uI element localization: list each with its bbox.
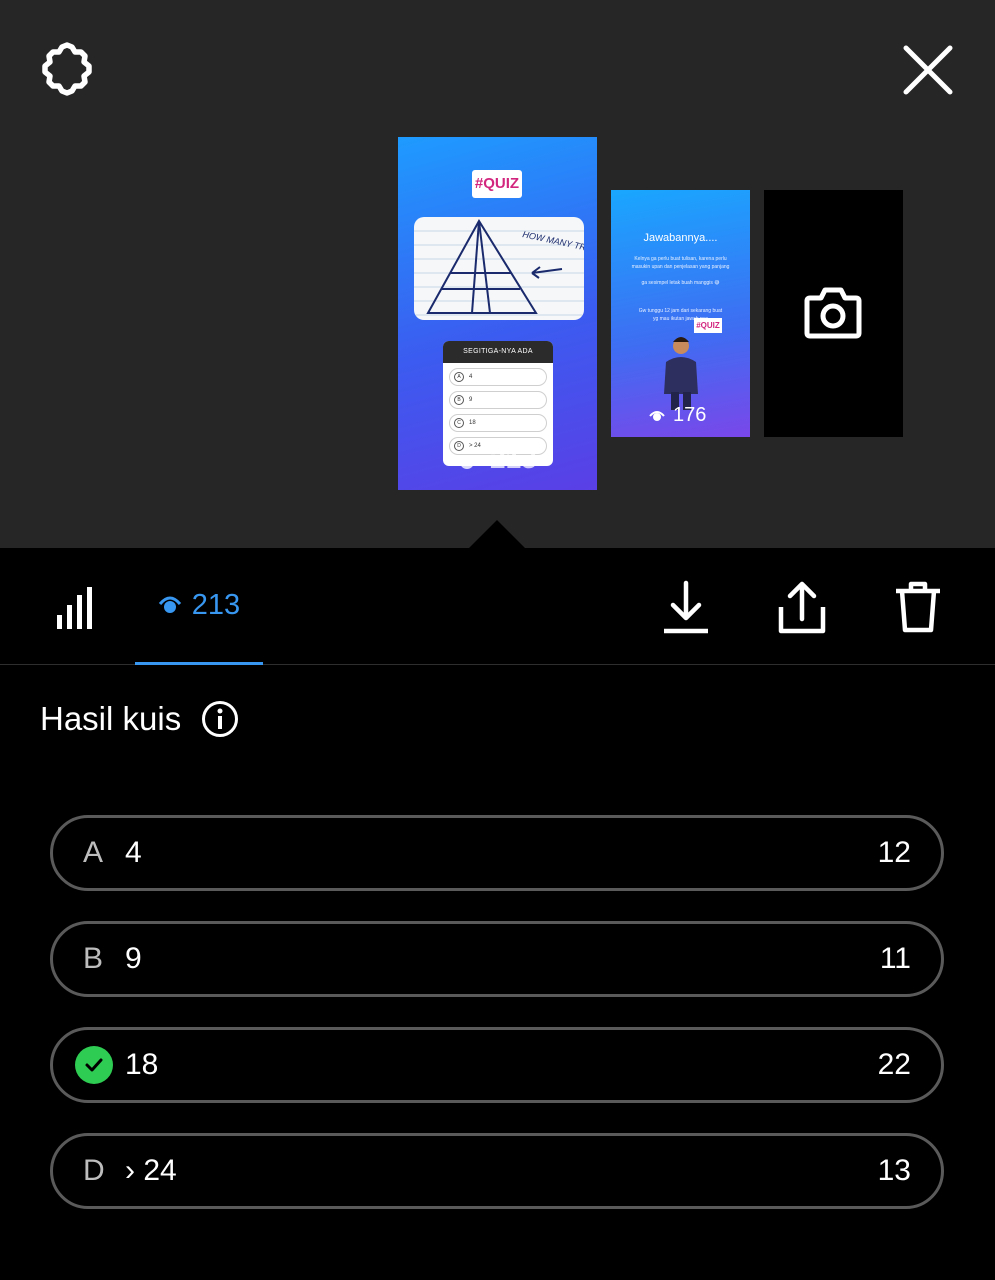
option-text: 4 bbox=[125, 836, 142, 869]
quiz-sticker-option: A4 bbox=[449, 368, 547, 386]
story-view-count: 213 bbox=[490, 443, 537, 474]
option-text: 18 bbox=[125, 1048, 159, 1081]
option-count: 22 bbox=[877, 1048, 911, 1081]
close-button[interactable] bbox=[898, 40, 958, 100]
gear-icon bbox=[42, 42, 92, 96]
view-dot-icon bbox=[460, 455, 474, 469]
person-image bbox=[664, 337, 698, 410]
correct-check-icon bbox=[75, 1046, 113, 1084]
settings-button[interactable] bbox=[36, 38, 98, 100]
camera-icon bbox=[804, 287, 862, 339]
eye-icon bbox=[158, 596, 181, 613]
story-text-line: Kelnya ga perlu buat tulisan, karena per… bbox=[634, 256, 727, 262]
option-letter: A bbox=[83, 836, 104, 869]
story-text-line: Gw tunggu 12 jam dari sekarang buat bbox=[638, 308, 723, 314]
story-thumbnail-quiz[interactable]: #QUIZ HOW MANY TRIANGLES? SEGITIGA-NYA A… bbox=[398, 137, 597, 490]
story-views: 176 bbox=[649, 404, 706, 427]
story-preview-area: #QUIZ HOW MANY TRIANGLES? SEGITIGA-NYA A… bbox=[0, 0, 995, 549]
option-count: 11 bbox=[879, 942, 911, 975]
download-button[interactable] bbox=[656, 576, 716, 638]
viewers-count: 213 bbox=[191, 588, 241, 621]
insights-toolbar: 213 bbox=[0, 548, 995, 665]
section-title: Hasil kuis bbox=[40, 700, 182, 737]
info-icon[interactable] bbox=[201, 700, 239, 738]
option-letter: B bbox=[83, 942, 104, 975]
story-title: Jawabannya.... bbox=[643, 232, 718, 244]
quiz-hashtag: #QUIZ bbox=[472, 170, 522, 198]
share-button[interactable] bbox=[772, 576, 832, 638]
option-text: › 24 bbox=[125, 1154, 177, 1187]
result-option-d[interactable]: D › 24 13 bbox=[50, 1133, 944, 1209]
story-text-line: ga sesimpel letak buah manggis 😅 bbox=[641, 280, 720, 286]
quiz-sticker-option: B9 bbox=[449, 391, 547, 409]
result-option-b[interactable]: B 9 11 bbox=[50, 921, 944, 997]
story-text-line: masukin upan dan penjelasan yang panjang bbox=[631, 264, 730, 270]
close-icon bbox=[903, 45, 953, 95]
insights-tab[interactable] bbox=[50, 578, 104, 638]
selected-story-pointer bbox=[468, 520, 526, 549]
story-view-count: 176 bbox=[673, 404, 707, 426]
result-option-a[interactable]: A 4 12 bbox=[50, 815, 944, 891]
quiz-question: SEGITIGA-NYA ADA bbox=[443, 341, 553, 363]
triangle-drawing: HOW MANY TRIANGLES? bbox=[414, 217, 584, 320]
quiz-sticker-option: C 18 bbox=[449, 414, 547, 432]
download-icon bbox=[664, 580, 708, 634]
trash-icon bbox=[896, 581, 940, 633]
story-thumbnail-answer[interactable]: Jawabannya.... Kelnya ga perlu buat tuli… bbox=[611, 190, 750, 437]
delete-button[interactable] bbox=[888, 576, 948, 638]
add-story-thumbnail[interactable] bbox=[764, 190, 903, 437]
option-text: 9 bbox=[125, 942, 142, 975]
eye-icon bbox=[649, 410, 665, 421]
bar-chart-icon bbox=[57, 587, 92, 629]
option-count: 12 bbox=[877, 836, 911, 869]
share-icon bbox=[778, 581, 826, 634]
option-count: 13 bbox=[877, 1154, 911, 1187]
quiz-results-header: Hasil kuis bbox=[40, 700, 239, 738]
option-letter: D bbox=[83, 1154, 105, 1187]
quiz-hashtag: #QUIZ bbox=[694, 318, 722, 333]
result-option-c-correct[interactable]: 18 22 bbox=[50, 1027, 944, 1103]
viewers-tab[interactable]: 213 bbox=[135, 548, 263, 665]
